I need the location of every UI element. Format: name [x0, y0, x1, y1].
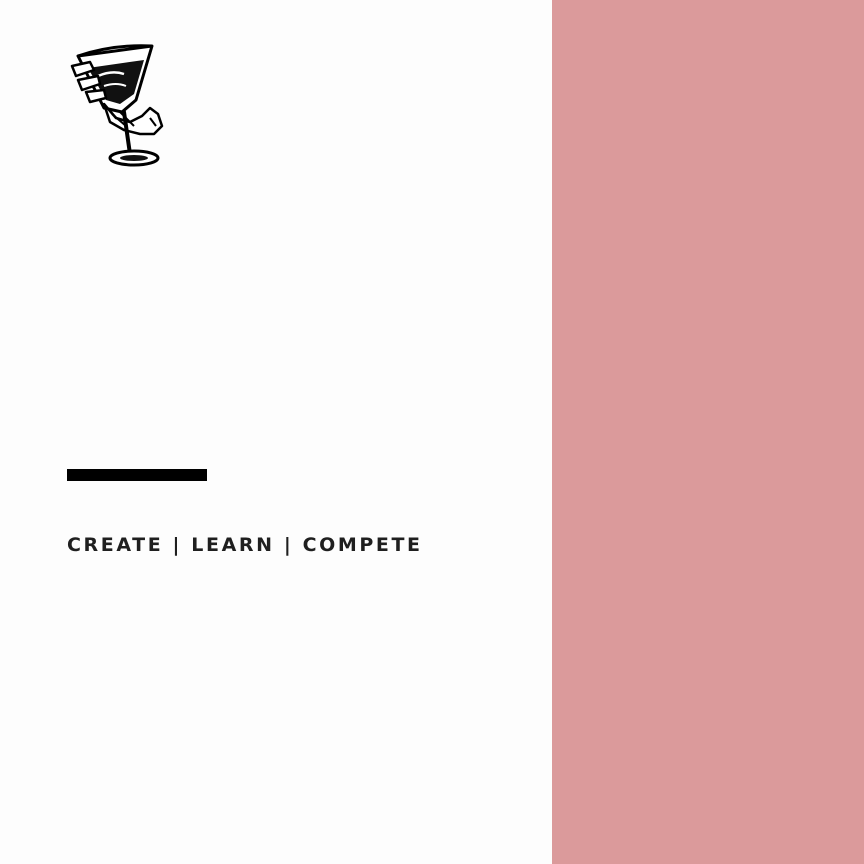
tagline: CREATE | LEARN | COMPETE: [67, 534, 423, 556]
divider-rule: [67, 469, 207, 481]
left-panel: CREATE | LEARN | COMPETE: [0, 0, 552, 864]
accent-panel: [552, 0, 864, 864]
skeleton-hand-martini-glass-icon: [64, 42, 168, 172]
